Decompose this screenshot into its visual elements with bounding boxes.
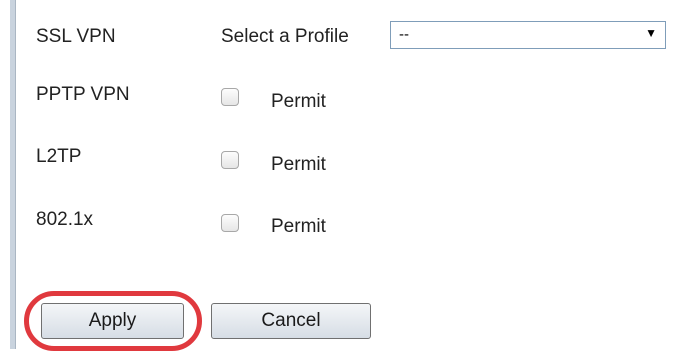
- ssl-vpn-label: SSL VPN: [36, 26, 116, 47]
- pptp-vpn-label: PPTP VPN: [36, 84, 130, 105]
- dropdown-arrow-icon: ▼: [645, 26, 657, 40]
- l2tp-permit-checkbox[interactable]: [221, 151, 239, 169]
- pptp-permit-label: Permit: [271, 91, 326, 112]
- cancel-button[interactable]: Cancel: [211, 303, 371, 339]
- left-border-rail: [10, 0, 16, 349]
- l2tp-permit-label: Permit: [271, 154, 326, 175]
- l2tp-label: L2TP: [36, 146, 82, 167]
- dot1x-label: 802.1x: [36, 209, 94, 230]
- profile-select[interactable]: -- ▼: [390, 21, 666, 49]
- pptp-permit-checkbox[interactable]: [221, 88, 239, 106]
- apply-highlight-ring: [24, 291, 202, 351]
- dot1x-permit-label: Permit: [271, 216, 326, 237]
- vpn-permissions-panel: SSL VPN Select a Profile -- ▼ PPTP VPN P…: [0, 0, 676, 351]
- dot1x-permit-checkbox[interactable]: [221, 214, 239, 232]
- profile-select-value: --: [399, 26, 409, 43]
- select-profile-label: Select a Profile: [221, 26, 349, 47]
